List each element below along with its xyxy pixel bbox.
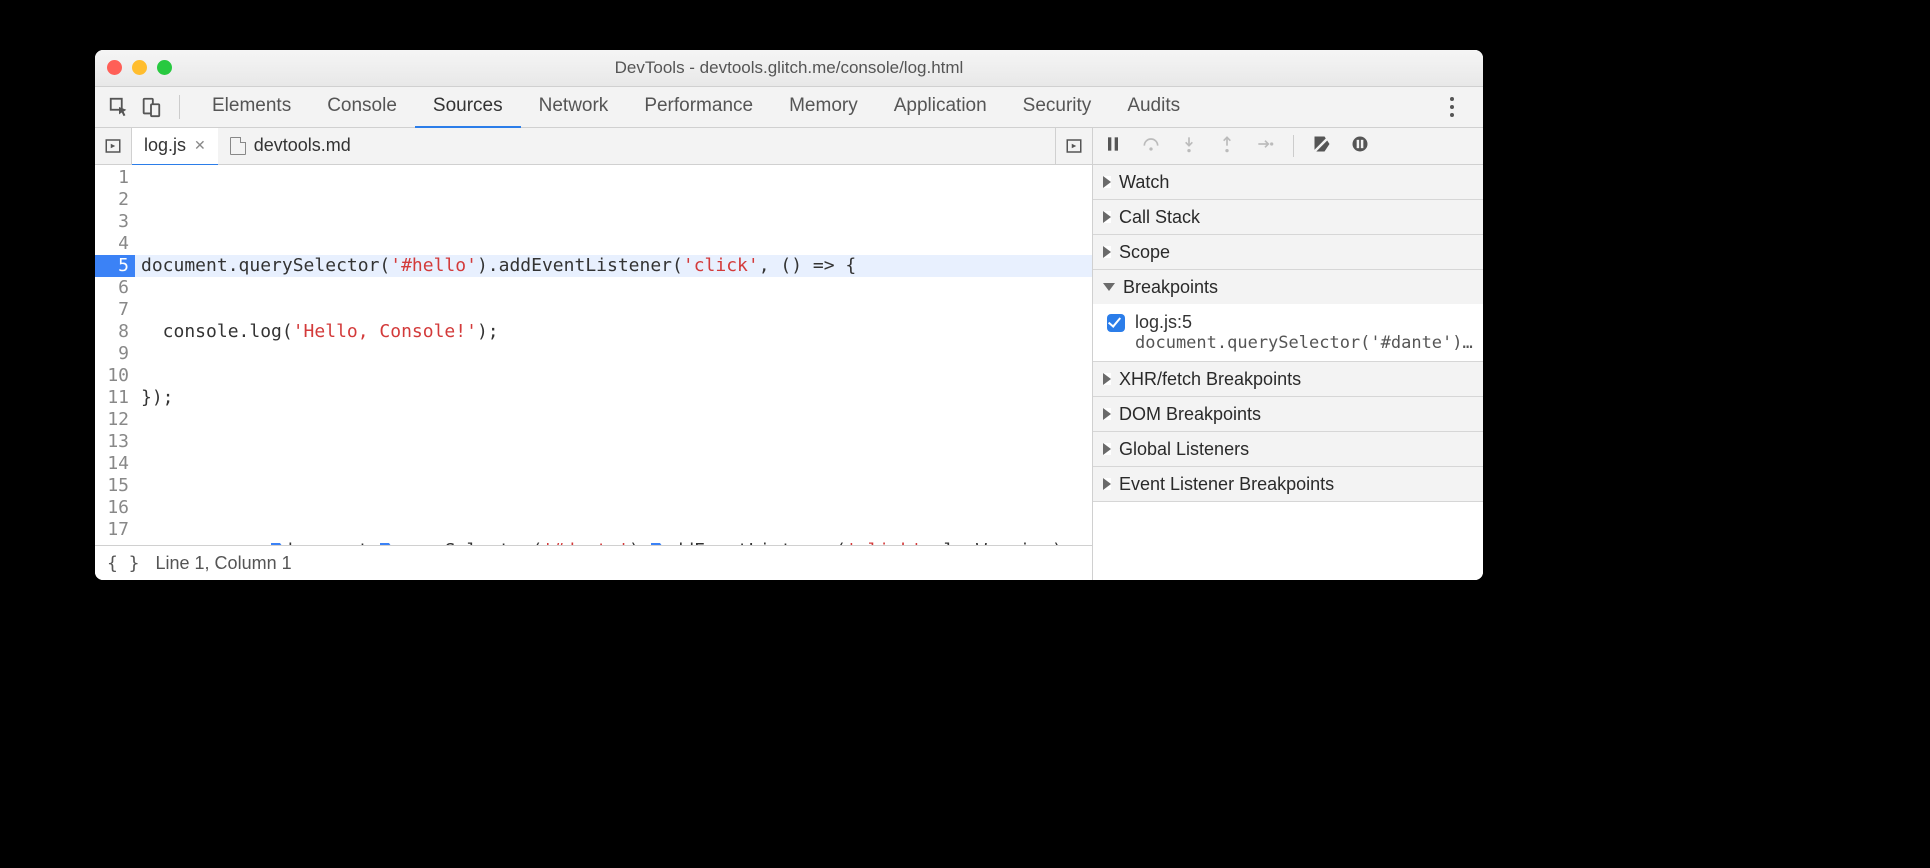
line-number[interactable]: 16 — [95, 497, 135, 519]
close-tab-button[interactable]: ✕ — [194, 137, 206, 154]
chevron-right-icon — [1103, 211, 1111, 223]
panel-tab-audits[interactable]: Audits — [1109, 86, 1198, 126]
line-number[interactable]: 10 — [95, 365, 135, 387]
chevron-down-icon — [1103, 283, 1115, 291]
window-titlebar: DevTools - devtools.glitch.me/console/lo… — [95, 50, 1483, 87]
dom-breakpoints-section[interactable]: DOM Breakpoints — [1093, 397, 1483, 431]
step-marker-icon — [380, 543, 394, 545]
close-window-button[interactable] — [107, 60, 122, 75]
file-tab-log-js[interactable]: log.js ✕ — [132, 128, 218, 166]
line-number[interactable]: 6 — [95, 277, 135, 299]
step-into-button[interactable] — [1179, 134, 1199, 159]
breakpoints-section[interactable]: Breakpoints — [1093, 270, 1483, 304]
line-number[interactable]: 14 — [95, 453, 135, 475]
line-number[interactable]: 11 — [95, 387, 135, 409]
debugger-pane: Watch Call Stack Scope Breakpoints log.j… — [1093, 128, 1483, 580]
panel-tabstrip: ElementsConsoleSourcesNetworkPerformance… — [95, 87, 1483, 128]
divider — [179, 95, 180, 119]
chevron-right-icon — [1103, 478, 1111, 490]
sources-body: log.js✕devtools.md 123456789101112131415… — [95, 128, 1483, 580]
code-area[interactable]: document.querySelector('#hello').addEven… — [135, 165, 1092, 545]
call-stack-section[interactable]: Call Stack — [1093, 200, 1483, 234]
line-gutter[interactable]: 1234567891011121314151617 — [95, 165, 135, 545]
global-listeners-section[interactable]: Global Listeners — [1093, 432, 1483, 466]
breakpoint-checkbox[interactable] — [1107, 314, 1125, 332]
line-number[interactable]: 17 — [95, 519, 135, 541]
panel-tab-memory[interactable]: Memory — [771, 86, 876, 126]
cursor-position: Line 1, Column 1 — [156, 553, 292, 574]
step-marker-icon — [271, 543, 285, 545]
file-tab-devtools-md[interactable]: devtools.md — [218, 128, 363, 164]
chevron-right-icon — [1103, 408, 1111, 420]
panel-tab-security[interactable]: Security — [1005, 86, 1110, 126]
line-number[interactable]: 3 — [95, 211, 135, 233]
line-number[interactable]: 15 — [95, 475, 135, 497]
editor-status-bar: { } Line 1, Column 1 — [95, 545, 1092, 580]
minimize-window-button[interactable] — [132, 60, 147, 75]
xhr-breakpoints-section[interactable]: XHR/fetch Breakpoints — [1093, 362, 1483, 396]
file-tab-row: log.js ✕ devtools.md — [95, 128, 1092, 165]
line-number[interactable]: 7 — [95, 299, 135, 321]
chevron-right-icon — [1103, 176, 1111, 188]
pretty-print-button[interactable]: { } — [107, 553, 140, 574]
breakpoint-preview: document.querySelector('#dante').addEv… — [1135, 333, 1473, 353]
step-out-button[interactable] — [1217, 134, 1237, 159]
file-tab-label: devtools.md — [254, 135, 351, 156]
editor-pane: log.js✕devtools.md 123456789101112131415… — [95, 128, 1093, 580]
scope-section[interactable]: Scope — [1093, 235, 1483, 269]
file-tab-label: log.js — [144, 135, 186, 156]
breakpoint-item[interactable]: log.js:5 document.querySelector('#dante'… — [1093, 304, 1483, 361]
panel-tab-application[interactable]: Application — [876, 86, 1005, 126]
deactivate-breakpoints-button[interactable] — [1312, 134, 1332, 159]
watch-section[interactable]: Watch — [1093, 165, 1483, 199]
line-number[interactable]: 12 — [95, 409, 135, 431]
line-number[interactable]: 1 — [95, 167, 135, 189]
line-number[interactable]: 2 — [95, 189, 135, 211]
device-toggle-icon[interactable] — [137, 93, 165, 121]
step-button[interactable] — [1255, 134, 1275, 159]
chevron-right-icon — [1103, 373, 1111, 385]
line-number[interactable]: 9 — [95, 343, 135, 365]
chevron-right-icon — [1103, 443, 1111, 455]
window-title: DevTools - devtools.glitch.me/console/lo… — [615, 58, 964, 78]
line-number[interactable]: 4 — [95, 233, 135, 255]
devtools-window: DevTools - devtools.glitch.me/console/lo… — [95, 50, 1483, 580]
step-marker-icon — [651, 543, 665, 545]
chevron-right-icon — [1103, 246, 1111, 258]
panel-tab-console[interactable]: Console — [309, 86, 415, 126]
pause-resume-button[interactable] — [1103, 134, 1123, 159]
panel-tab-performance[interactable]: Performance — [626, 86, 771, 126]
debug-toolbar — [1093, 128, 1483, 165]
divider — [1293, 135, 1294, 157]
code-editor[interactable]: 1234567891011121314151617 document.query… — [95, 165, 1092, 545]
step-over-button[interactable] — [1141, 134, 1161, 159]
event-listener-breakpoints-section[interactable]: Event Listener Breakpoints — [1093, 467, 1483, 501]
panel-tab-sources[interactable]: Sources — [415, 86, 521, 129]
show-navigator-button[interactable] — [95, 128, 132, 164]
more-tabs-button[interactable] — [1055, 128, 1092, 164]
breakpoint-location: log.js:5 — [1135, 312, 1192, 333]
line-number[interactable]: 8 — [95, 321, 135, 343]
more-options-button[interactable] — [1437, 92, 1467, 122]
line-number[interactable]: 13 — [95, 431, 135, 453]
file-icon — [230, 137, 246, 155]
panel-tab-network[interactable]: Network — [521, 86, 627, 126]
maximize-window-button[interactable] — [157, 60, 172, 75]
panel-tab-elements[interactable]: Elements — [194, 86, 309, 126]
pause-on-exceptions-button[interactable] — [1350, 134, 1370, 159]
traffic-lights — [107, 60, 172, 75]
inspect-element-icon[interactable] — [105, 93, 133, 121]
line-number[interactable]: 5 — [95, 255, 135, 277]
